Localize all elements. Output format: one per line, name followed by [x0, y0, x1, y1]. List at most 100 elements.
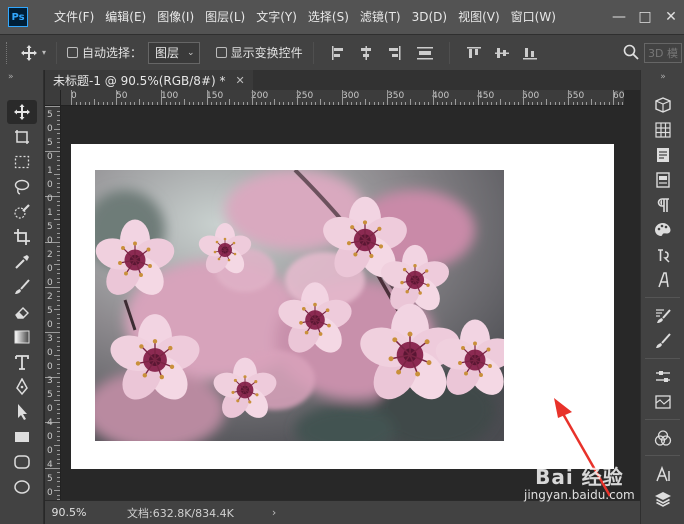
zoom-level-field[interactable]: 90.5%: [45, 506, 93, 519]
gradient-tool[interactable]: [7, 325, 37, 349]
paragraph-panel-icon[interactable]: [641, 192, 684, 217]
artboard-tool[interactable]: [7, 125, 37, 149]
cherry-blossom-photo[interactable]: [95, 170, 504, 441]
menu-type[interactable]: 文字(Y): [252, 0, 301, 34]
ellipse-tool[interactable]: [7, 475, 37, 499]
ruler-tick: [57, 182, 60, 184]
dock-collapse-button[interactable]: »: [641, 70, 684, 84]
show-transform-checkbox[interactable]: [215, 47, 227, 58]
lasso-tool[interactable]: [7, 175, 37, 199]
ruler-tick: [550, 102, 552, 105]
menu-file[interactable]: 文件(F): [50, 0, 98, 34]
ruler-tick: [143, 102, 145, 105]
menu-filter[interactable]: 滤镜(T): [356, 0, 405, 34]
align-left-icon[interactable]: [329, 44, 347, 62]
adjustments-panel-icon[interactable]: [641, 364, 684, 389]
type-tool[interactable]: [7, 350, 37, 374]
quick-selection-tool[interactable]: [7, 200, 37, 224]
chevron-down-icon: ⌄: [187, 47, 195, 58]
character-panel-icon[interactable]: [641, 461, 684, 486]
canvas-workspace[interactable]: [62, 107, 624, 500]
align-right-icon[interactable]: [385, 44, 403, 62]
pen-tool[interactable]: [7, 375, 37, 399]
ruler-tick: [57, 110, 60, 112]
ruler-tick: [532, 102, 534, 105]
ruler-label: 0: [47, 278, 53, 288]
eyedropper-tool[interactable]: [7, 250, 37, 274]
menu-image[interactable]: 图像(I): [153, 0, 198, 34]
distribute-icon[interactable]: [416, 44, 434, 62]
options-grip[interactable]: [6, 41, 10, 64]
search-icon[interactable]: [622, 43, 640, 64]
ruler-label: 500: [522, 91, 540, 101]
ruler-tick: [138, 99, 140, 105]
align-top-icon[interactable]: [465, 44, 483, 62]
menu-view[interactable]: 视图(V): [454, 0, 504, 34]
ruler-tick: [410, 99, 411, 105]
ruler-tick: [57, 137, 60, 139]
status-bar: 90.5% 文档:632.8K/834.4K ›: [45, 500, 640, 524]
ruler-label: 0: [47, 124, 53, 134]
color-panel-icon[interactable]: [641, 217, 684, 242]
brush-settings-panel-icon[interactable]: [641, 303, 684, 328]
dock-separator: [645, 455, 680, 456]
eraser-tool[interactable]: [7, 300, 37, 324]
ruler-tick: [57, 142, 60, 144]
ruler-tick: [57, 372, 60, 374]
crop-tool[interactable]: [7, 225, 37, 249]
maximize-button[interactable]: □: [632, 9, 658, 25]
minimize-button[interactable]: —: [606, 9, 632, 25]
document-size-info: 文档:632.8K/834.4K: [127, 506, 234, 520]
layers-panel-icon[interactable]: [641, 486, 684, 511]
brush-tool[interactable]: [7, 275, 37, 299]
swatches-panel-icon[interactable]: [641, 117, 684, 142]
ruler-origin[interactable]: [45, 90, 61, 106]
path-selection-tool[interactable]: [7, 400, 37, 424]
ruler-tick: [57, 359, 60, 361]
marquee-tool[interactable]: [7, 150, 37, 174]
document-canvas[interactable]: [71, 144, 614, 469]
menu-layer[interactable]: 图层(L): [201, 0, 249, 34]
move-tool[interactable]: [7, 100, 37, 124]
close-window-button[interactable]: ✕: [658, 9, 684, 25]
align-vertical-center-icon[interactable]: [493, 44, 511, 62]
close-tab-icon[interactable]: ✕: [236, 74, 245, 87]
document-tab[interactable]: 未标题-1 @ 90.5%(RGB/8#) * ✕: [45, 70, 253, 90]
ruler-label: 0: [47, 362, 53, 372]
ruler-tick: [568, 90, 570, 105]
ruler-tick: [274, 99, 276, 105]
rectangle-tool[interactable]: [7, 425, 37, 449]
history-panel-icon[interactable]: [641, 389, 684, 414]
align-bottom-icon[interactable]: [521, 44, 539, 62]
status-menu-arrow[interactable]: ›: [272, 506, 276, 519]
glyphs-panel-icon[interactable]: [641, 267, 684, 292]
ruler-label: 2: [47, 292, 53, 302]
move-tool-preset-icon[interactable]: ▾: [20, 44, 46, 62]
auto-select-target-dropdown[interactable]: 图层 ⌄: [148, 41, 200, 64]
toolbar-collapse-button[interactable]: »: [0, 70, 43, 84]
ruler-label: 5: [47, 110, 53, 120]
3d-mode-button[interactable]: 3D 模: [644, 43, 682, 63]
ruler-tick: [405, 102, 407, 105]
menu-window[interactable]: 窗口(W): [507, 0, 560, 34]
libraries-panel-icon[interactable]: [641, 142, 684, 167]
auto-select-checkbox[interactable]: [67, 47, 79, 58]
brushes-panel-icon[interactable]: [641, 328, 684, 353]
ruler-tick: [586, 102, 588, 105]
ruler-tick: [319, 99, 321, 105]
horizontal-ruler[interactable]: 0 50 100 150 200 250 300 350 400 450 500…: [61, 90, 624, 106]
rounded-rectangle-tool[interactable]: [7, 450, 37, 474]
menu-3d[interactable]: 3D(D): [408, 0, 451, 34]
ruler-tick: [57, 408, 60, 410]
menu-select[interactable]: 选择(S): [304, 0, 353, 34]
menu-edit[interactable]: 编辑(E): [101, 0, 150, 34]
ruler-tick: [563, 102, 565, 105]
vertical-ruler[interactable]: 5 0 5 0 1 0 0 1 5 0 2 0 0 2 5 0 3 0 0 3 5 0 4 0 0 4 5 0: [45, 106, 61, 500]
ruler-tick: [107, 102, 109, 105]
align-horizontal-center-icon[interactable]: [357, 44, 375, 62]
3d-panel-icon[interactable]: [641, 92, 684, 117]
channels-panel-icon[interactable]: [641, 425, 684, 450]
properties-panel-icon[interactable]: [641, 167, 684, 192]
ruler-tick: [541, 102, 543, 105]
character-styles-panel-icon[interactable]: [641, 242, 684, 267]
